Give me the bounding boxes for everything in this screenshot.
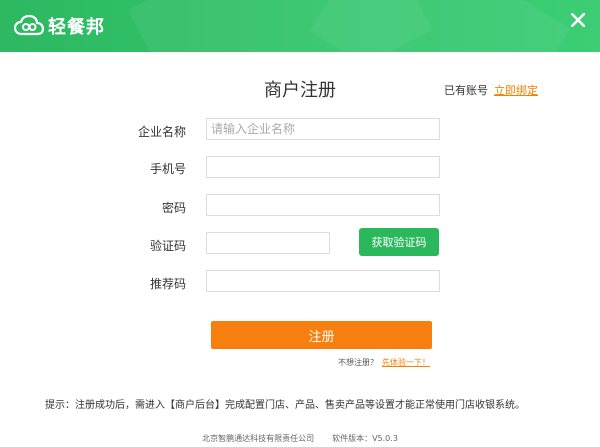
bind-now-link[interactable]: 立即绑定	[494, 84, 538, 97]
registration-tip: 提示：注册成功后，需进入【商户后台】完成配置门店、产品、售卖产品等设置才能正常使…	[45, 400, 525, 411]
bind-account-prompt: 已有账号 立即绑定	[444, 82, 538, 98]
captcha-input[interactable]	[206, 232, 330, 254]
register-button[interactable]: 注册	[211, 321, 432, 349]
close-icon	[571, 13, 585, 27]
title-bar: 轻餐邦	[0, 0, 600, 52]
cloud-logo-icon	[14, 15, 44, 36]
password-input[interactable]	[206, 194, 440, 216]
referrer-code-input[interactable]	[206, 270, 440, 292]
company-name-input[interactable]	[206, 118, 440, 140]
close-button[interactable]	[566, 8, 590, 32]
company-copyright: 北京智鹏通达科技有限责任公司	[202, 434, 315, 443]
app-logo: 轻餐邦	[14, 13, 105, 39]
phone-input[interactable]	[206, 156, 440, 178]
company-name-label: 企业名称	[137, 125, 186, 139]
password-label: 密码	[161, 201, 186, 215]
header-decoration	[309, 0, 571, 52]
skip-text: 不想注册？	[338, 358, 378, 367]
software-version: 软件版本：V5.0.3	[332, 434, 398, 443]
app-name: 轻餐邦	[48, 17, 105, 38]
has-account-text: 已有账号	[444, 84, 488, 97]
captcha-label: 验证码	[149, 239, 186, 253]
try-first-link[interactable]: 先体验一下！	[382, 358, 430, 367]
phone-label: 手机号	[149, 162, 186, 176]
get-captcha-button[interactable]: 获取验证码	[359, 228, 439, 256]
skip-prompt: 不想注册？ 先体验一下！	[338, 357, 430, 368]
referrer-code-label: 推荐码	[149, 277, 186, 291]
footer: 北京智鹏通达科技有限责任公司 软件版本：V5.0.3	[0, 433, 600, 444]
